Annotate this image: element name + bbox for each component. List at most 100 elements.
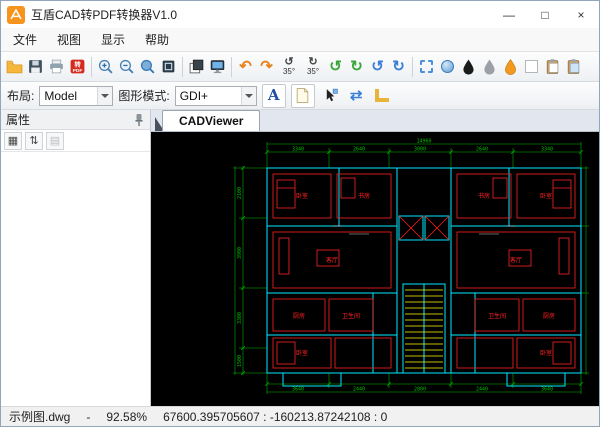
- dimension-label: 3640: [541, 386, 553, 392]
- status-zoom: 92.58%: [106, 410, 147, 424]
- blank-swatch-button[interactable]: [521, 54, 542, 80]
- cursor-pick-icon: [322, 87, 339, 104]
- dimension-label: 2440: [476, 386, 488, 392]
- zoom-in-button[interactable]: [95, 54, 116, 80]
- room-label: 卧室: [296, 192, 308, 200]
- orbit-right-button[interactable]: ↻: [388, 54, 409, 80]
- properties-list[interactable]: [1, 152, 150, 406]
- svg-text:PDF: PDF: [73, 68, 83, 74]
- convert-pdf-icon: 转PDF: [69, 58, 86, 75]
- properties-panel: 属性 ▦ ⇅ ▤: [1, 110, 151, 406]
- minimize-button[interactable]: —: [491, 1, 527, 28]
- gray-drop-icon: [481, 58, 498, 75]
- rotate-left-35-button[interactable]: ↺ 35°: [277, 54, 301, 80]
- rotate-right-35-button[interactable]: ↻ 35°: [301, 54, 325, 80]
- dimension-total-label: 14960: [416, 139, 431, 145]
- ink-color-button[interactable]: [500, 54, 521, 80]
- alphabetic-sort-button[interactable]: ⇅: [25, 132, 43, 150]
- open-file-button[interactable]: [4, 54, 25, 80]
- tab-cadviewer[interactable]: CADViewer: [162, 110, 260, 131]
- layers-icon: [188, 58, 205, 75]
- fit-window-button[interactable]: [158, 54, 179, 80]
- copy-button[interactable]: [542, 54, 563, 80]
- categorized-view-button[interactable]: ▦: [4, 132, 22, 150]
- toolbar-separator: [91, 57, 92, 77]
- rotate-cw-icon: ↻: [350, 59, 363, 74]
- toolbar-separator: [182, 57, 183, 77]
- properties-toolbar: ▦ ⇅ ▤: [1, 130, 150, 152]
- display-settings-button[interactable]: [207, 54, 228, 80]
- circle-icon: [441, 60, 454, 73]
- corner-marker-button[interactable]: [372, 83, 393, 109]
- rotate-ccw-button[interactable]: ↺: [325, 54, 346, 80]
- titlebar: 互盾CAD转PDF转换器V1.0 — □ ×: [1, 1, 599, 28]
- selection-box-button[interactable]: [416, 54, 437, 80]
- room-label: 卫生间: [488, 312, 506, 320]
- layout-label: 布局:: [7, 87, 34, 104]
- room-label: 书房: [478, 192, 490, 200]
- menu-help[interactable]: 帮助: [135, 28, 179, 51]
- swap-view-button[interactable]: ⇄: [346, 83, 367, 109]
- paste-clipboard-icon: [565, 58, 582, 75]
- layout-value: Model: [40, 87, 97, 105]
- menu-file[interactable]: 文件: [3, 28, 47, 51]
- toolbar-separator: [231, 57, 232, 77]
- open-folder-icon: [6, 58, 23, 75]
- window-controls: — □ ×: [491, 1, 599, 28]
- dimension-label: 3640: [292, 386, 304, 392]
- graphics-mode-value: GDI+: [176, 87, 241, 105]
- convert-pdf-button[interactable]: 转PDF: [67, 54, 88, 80]
- orbit-left-button[interactable]: ↺: [367, 54, 388, 80]
- redo-icon: ↷: [260, 59, 273, 74]
- close-button[interactable]: ×: [563, 1, 599, 28]
- property-pages-button[interactable]: ▤: [46, 132, 64, 150]
- fit-window-icon: [160, 58, 177, 75]
- menu-display[interactable]: 显示: [91, 28, 135, 51]
- tab-label: CADViewer: [179, 114, 243, 128]
- zoom-in-icon: [97, 58, 114, 75]
- paste-button[interactable]: [563, 54, 584, 80]
- dimension-label: 2640: [353, 146, 365, 152]
- status-coordinates: 67600.395705607 : -160213.87242108 : 0: [163, 410, 387, 424]
- redo-button[interactable]: ↷: [256, 54, 277, 80]
- room-label: 书房: [358, 192, 370, 200]
- font-style-button[interactable]: A: [262, 84, 286, 108]
- rotate-right-label: 35°: [307, 68, 319, 76]
- undo-button[interactable]: ↶: [235, 54, 256, 80]
- menu-view[interactable]: 视图: [47, 28, 91, 51]
- chevron-down-icon[interactable]: [97, 87, 112, 105]
- zoom-extents-button[interactable]: [137, 54, 158, 80]
- white-swatch-icon: [525, 60, 538, 73]
- dimension-label: 3340: [292, 146, 304, 152]
- zoom-extents-icon: [139, 58, 156, 75]
- toolbar-separator: [412, 57, 413, 77]
- dimension-label: 1500: [237, 355, 243, 367]
- ink-black-button[interactable]: [458, 54, 479, 80]
- maximize-button[interactable]: □: [527, 1, 563, 28]
- graphics-mode-combobox[interactable]: GDI+: [175, 86, 257, 106]
- chevron-down-icon[interactable]: [241, 87, 256, 105]
- black-drop-icon: [460, 58, 477, 75]
- background-color-button[interactable]: [291, 84, 315, 108]
- page-icon: [294, 87, 311, 104]
- pin-icon[interactable]: [133, 113, 145, 127]
- font-a-icon: A: [268, 88, 280, 103]
- ink-gray-button[interactable]: [479, 54, 500, 80]
- rotate-cw-button[interactable]: ↻: [346, 54, 367, 80]
- dimension-label: 2100: [237, 187, 243, 199]
- printer-icon: [48, 58, 65, 75]
- print-button[interactable]: [46, 54, 67, 80]
- room-label: 客厅: [510, 256, 522, 264]
- orbit-right-icon: ↻: [392, 59, 405, 74]
- zoom-out-button[interactable]: [116, 54, 137, 80]
- status-filename: 示例图.dwg: [9, 408, 70, 425]
- document-area: CADViewer: [151, 110, 599, 406]
- layers-button[interactable]: [186, 54, 207, 80]
- pick-entity-button[interactable]: [320, 83, 341, 109]
- cad-canvas[interactable]: 14960 3340 2640 3000 2640 3340 3640 2440…: [151, 132, 599, 406]
- room-label: 卧室: [540, 349, 552, 357]
- layout-combobox[interactable]: Model: [39, 86, 113, 106]
- properties-panel-header: 属性: [1, 110, 150, 130]
- circle-tool-button[interactable]: [437, 54, 458, 80]
- save-button[interactable]: [25, 54, 46, 80]
